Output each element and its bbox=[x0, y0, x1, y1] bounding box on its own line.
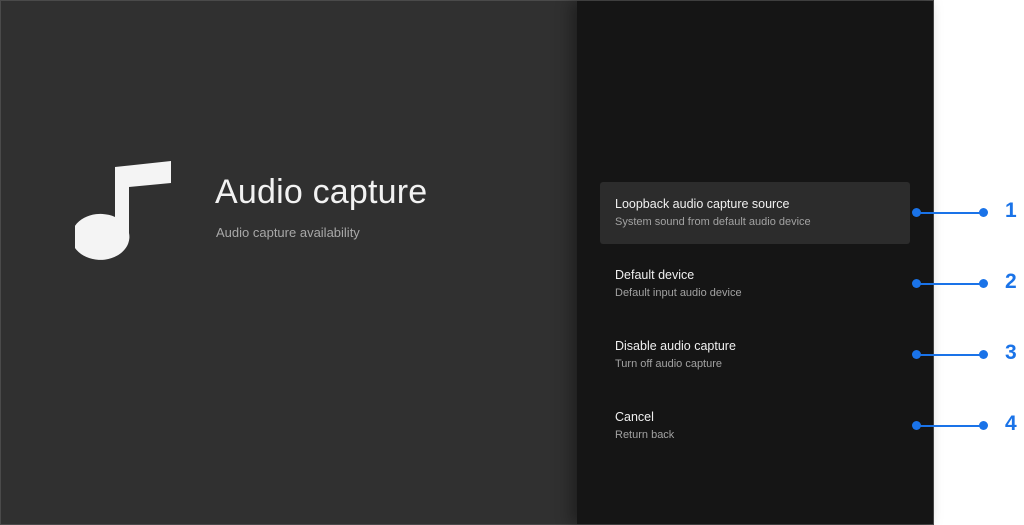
page-subtitle: Audio capture availability bbox=[216, 225, 360, 240]
callout-number-1: 1 bbox=[1005, 199, 1017, 222]
tv-screen: Audio capture Audio capture availability… bbox=[0, 0, 934, 525]
menu-item-label: Loopback audio capture source bbox=[615, 197, 790, 211]
callout-end-dot bbox=[979, 208, 988, 217]
callout-connector bbox=[916, 212, 984, 214]
callout-line-2 bbox=[912, 279, 988, 289]
page-title: Audio capture bbox=[215, 173, 428, 211]
callout-connector bbox=[916, 425, 984, 427]
actions-panel: Loopback audio capture source System sou… bbox=[577, 1, 933, 524]
menu-item-label: Disable audio capture bbox=[615, 339, 736, 353]
menu-item-label: Cancel bbox=[615, 410, 654, 424]
menu-item-default-device[interactable]: Default device Default input audio devic… bbox=[600, 253, 910, 315]
callout-end-dot bbox=[979, 350, 988, 359]
menu-item-description: Return back bbox=[615, 429, 675, 441]
menu-item-label: Default device bbox=[615, 268, 695, 282]
callout-end-dot bbox=[979, 421, 988, 430]
callout-line-3 bbox=[912, 350, 988, 360]
menu-item-disable-audio-capture[interactable]: Disable audio capture Turn off audio cap… bbox=[600, 324, 910, 386]
callout-connector bbox=[916, 283, 984, 285]
callout-number-4: 4 bbox=[1005, 412, 1017, 435]
callout-start-dot bbox=[912, 279, 921, 288]
callout-end-dot bbox=[979, 279, 988, 288]
menu-item-cancel[interactable]: Cancel Return back bbox=[600, 395, 910, 457]
music-note-icon bbox=[75, 161, 171, 260]
callout-start-dot bbox=[912, 208, 921, 217]
callout-line-4 bbox=[912, 421, 988, 431]
callout-start-dot bbox=[912, 350, 921, 359]
callout-line-1 bbox=[912, 208, 988, 218]
menu-item-description: Default input audio device bbox=[615, 287, 742, 299]
menu-item-description: System sound from default audio device bbox=[615, 216, 811, 228]
callout-start-dot bbox=[912, 421, 921, 430]
menu-item-loopback-audio-capture[interactable]: Loopback audio capture source System sou… bbox=[600, 182, 910, 244]
menu-item-description: Turn off audio capture bbox=[615, 358, 723, 370]
callout-number-2: 2 bbox=[1005, 270, 1017, 293]
callout-connector bbox=[916, 354, 984, 356]
callout-number-3: 3 bbox=[1005, 341, 1017, 364]
guidance-panel: Audio capture Audio capture availability bbox=[1, 1, 577, 524]
